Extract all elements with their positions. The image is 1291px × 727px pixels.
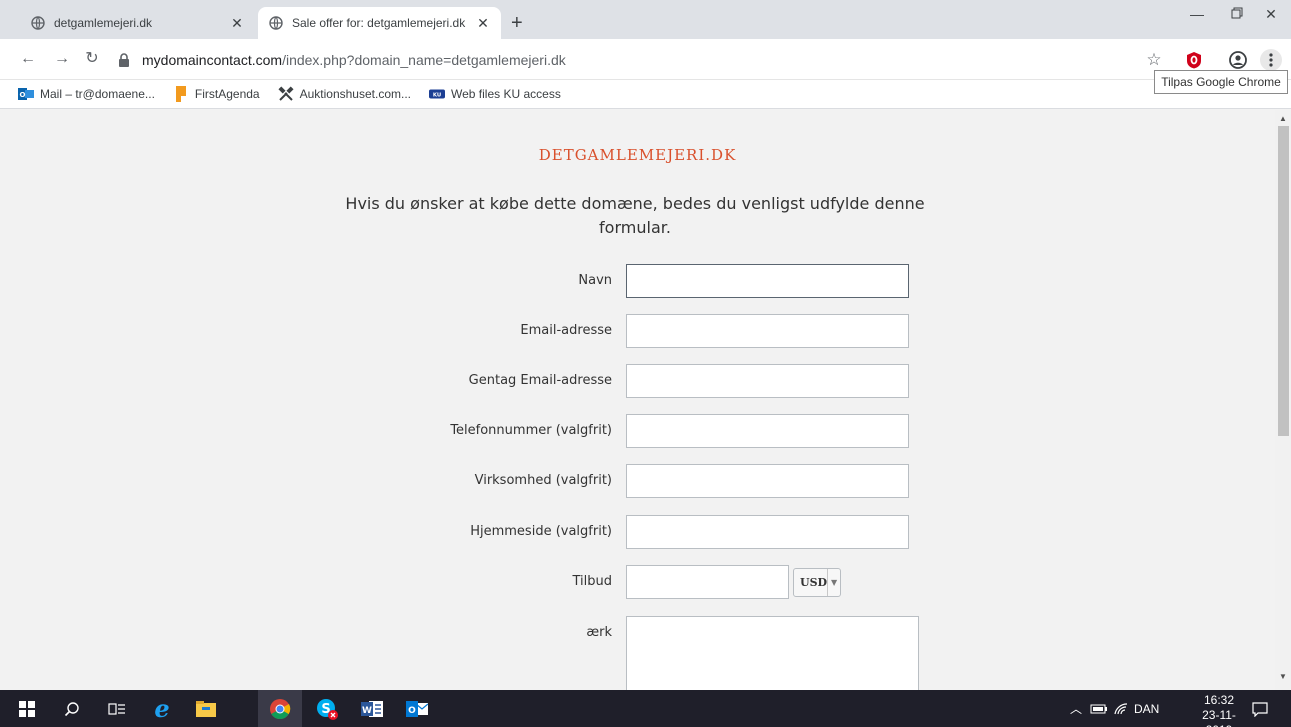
website-input[interactable] [626,515,909,549]
offer-input[interactable] [626,565,789,599]
name-input[interactable] [626,264,909,298]
wifi-icon[interactable] [1113,690,1129,727]
remark-textarea[interactable] [626,616,919,690]
close-window-icon[interactable]: ✕ [1256,6,1286,23]
hammer-icon [278,86,294,102]
intro-text: Hvis du ønsker at købe dette domæne, bed… [345,194,925,237]
svg-text:W: W [362,706,372,716]
restore-icon[interactable] [1222,6,1252,22]
tab-title: detgamlemejeri.dk [54,16,153,30]
page-content: DETGAMLEMEJERI.DK Hvis du ønsker at købe… [0,110,1275,690]
search-icon[interactable] [50,690,94,727]
tab-detgamlemejeri[interactable]: detgamlemejeri.dk ✕ [20,7,255,39]
scroll-thumb[interactable] [1278,126,1289,436]
reload-icon[interactable]: ↻ [82,50,102,68]
task-view-icon[interactable] [95,690,139,727]
skype-icon[interactable]: S [305,690,349,727]
svg-text:KU: KU [433,93,441,99]
globe-icon [30,15,46,31]
row-phone: Telefonnummer (valgfrit) [0,414,1275,448]
svg-text:O: O [20,91,26,99]
notification-icon[interactable] [1252,690,1268,727]
row-repeat-email: Gentag Email-adresse [0,364,1275,398]
field-label: ærk [586,625,612,640]
system-clock[interactable]: 16:32 23-11-2019 [1195,693,1243,727]
scroll-up-icon[interactable]: ▲ [1279,114,1287,123]
file-explorer-icon[interactable] [184,690,228,727]
forward-icon[interactable]: → [52,50,72,68]
row-remark: ærk [0,616,1275,690]
windows-start-icon[interactable] [5,690,49,727]
close-icon[interactable]: ✕ [229,15,245,32]
url-host: mydomaincontact.com [142,52,283,68]
domain-title: DETGAMLEMEJERI.DK [538,146,737,164]
tray-chevron-up-icon[interactable]: ︿ [1070,690,1082,727]
field-label: Gentag Email-adresse [468,373,612,388]
url-path: /index.php?domain_name=detgamlemejeri.dk [282,52,566,68]
minimize-icon[interactable]: — [1182,6,1212,22]
row-offer: Tilbud USD ▼ [0,565,1275,599]
svg-text:O: O [408,706,416,716]
opera-adblock-icon[interactable] [1183,49,1205,71]
tab-strip: detgamlemejeri.dk ✕ Sale offer for: detg… [0,0,1291,39]
back-icon[interactable]: ← [18,50,38,68]
star-icon[interactable]: ☆ [1143,49,1165,71]
repeat-email-input[interactable] [626,364,909,398]
tab-title: Sale offer for: detgamlemejeri.dk [292,16,466,30]
chrome-icon[interactable] [258,690,302,727]
field-label: Hjemmeside (valgfrit) [470,524,612,539]
globe-icon [268,15,284,31]
bookmark-firstagenda[interactable]: FirstAgenda [173,86,260,102]
ku-icon: KU [429,86,445,102]
bookmark-label: FirstAgenda [194,87,260,101]
outlook-icon[interactable]: O [395,690,439,727]
menu-icon[interactable] [1260,49,1282,71]
phone-input[interactable] [626,414,909,448]
clock-date: 23-11-2019 [1202,708,1236,727]
bookmark-label: Auktionshuset.com... [299,87,411,101]
currency-select[interactable]: USD ▼ [793,568,841,597]
close-icon[interactable]: ✕ [475,15,491,32]
profile-icon[interactable] [1227,49,1249,71]
bookmarks-bar: O Mail – tr@domaene... FirstAgenda Aukti… [0,80,1291,109]
row-website: Hjemmeside (valgfrit) [0,515,1275,549]
tooltip: Tilpas Google Chrome [1154,70,1288,94]
field-label: Telefonnummer (valgfrit) [450,423,612,438]
scroll-down-icon[interactable]: ▼ [1279,672,1287,681]
company-input[interactable] [626,464,909,498]
bookmark-label: Web files KU access [451,87,561,101]
field-label: Email-adresse [520,323,612,338]
page-scrollbar[interactable]: ▲ ▼ [1275,110,1291,690]
currency-value: USD [800,576,828,589]
field-label: Virksomhed (valgfrit) [474,473,612,488]
row-company: Virksomhed (valgfrit) [0,464,1275,498]
row-navn: Navn [0,264,1275,298]
language-indicator[interactable]: DAN [1134,690,1159,727]
bookmark-webfiles[interactable]: KU Web files KU access [429,86,561,102]
field-label: Tilbud [572,574,612,589]
outlook-icon: O [18,86,34,102]
lock-icon [118,53,132,67]
internet-explorer-icon[interactable]: e [140,690,184,727]
new-tab-button[interactable]: + [511,13,523,33]
clock-time: 16:32 [1203,693,1235,707]
browser-toolbar: ← → ↻ mydomaincontact.com/index.php?doma… [0,39,1291,80]
svg-text:e: e [154,698,169,720]
email-input[interactable] [626,314,909,348]
chevron-down-icon: ▼ [827,569,840,596]
windows-taskbar: e S W O ︿ DAN 16:32 23-11-2019 [0,690,1291,727]
bookmark-label: Mail – tr@domaene... [40,87,155,101]
field-label: Navn [578,273,612,288]
battery-icon[interactable] [1090,690,1108,727]
address-bar[interactable]: mydomaincontact.com/index.php?domain_nam… [118,47,1128,73]
word-icon[interactable]: W [350,690,394,727]
firstagenda-icon [173,86,189,102]
row-email: Email-adresse [0,314,1275,348]
bookmark-auktionshuset[interactable]: Auktionshuset.com... [278,86,411,102]
tab-sale-offer[interactable]: Sale offer for: detgamlemejeri.dk ✕ [258,7,501,39]
bookmark-mail[interactable]: O Mail – tr@domaene... [18,86,155,102]
